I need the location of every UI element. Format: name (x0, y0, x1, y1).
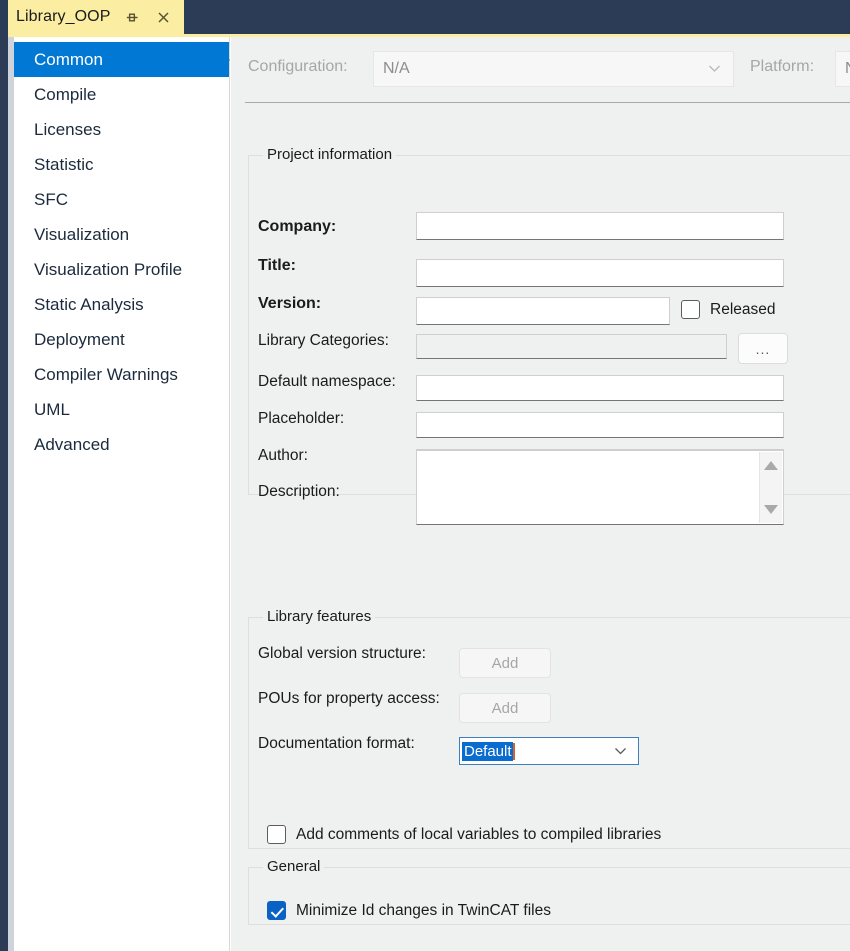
sidebar-item-label: UML (34, 399, 70, 419)
title-bar: Library_OOP (0, 0, 850, 34)
sidebar-item-licenses[interactable]: Licenses (14, 112, 229, 147)
sidebar-item-label: Compiler Warnings (34, 364, 178, 384)
chevron-right-icon (222, 52, 230, 67)
scroll-down-icon[interactable] (764, 505, 778, 514)
pous-property-access-add-button[interactable]: Add (459, 693, 551, 723)
sidebar-item-label: Compile (34, 84, 97, 104)
description-label: Description: (258, 483, 340, 500)
configuration-value: N/A (383, 60, 410, 77)
checkbox-box (681, 300, 700, 319)
author-label: Author: (258, 447, 308, 464)
sidebar-item-statistic[interactable]: Statistic (14, 147, 229, 182)
documentation-format-value: Default (462, 741, 513, 761)
company-field[interactable] (416, 212, 784, 240)
released-checkbox[interactable]: Released (681, 300, 776, 319)
add-button-label: Add (491, 654, 519, 672)
library-features-legend: Library features (263, 608, 376, 625)
version-field[interactable] (416, 297, 670, 325)
sidebar-item-static-analysis[interactable]: Static Analysis (14, 287, 229, 322)
browse-button-label: ... (755, 341, 771, 357)
sidebar-item-label: SFC (34, 189, 68, 209)
sidebar-item-label: Advanced (34, 434, 110, 454)
sidebar-item-label: Visualization (34, 224, 130, 244)
section-divider (245, 102, 850, 103)
documentation-format-label: Documentation format: (258, 735, 415, 752)
minimize-id-changes-label: Minimize Id changes in TwinCAT files (296, 901, 551, 919)
scroll-up-icon[interactable] (764, 461, 778, 470)
document-tab[interactable]: Library_OOP (8, 0, 185, 34)
global-version-structure-label: Global version structure: (258, 645, 426, 662)
tab-title: Library_OOP (16, 8, 111, 25)
library-categories-field (416, 334, 727, 359)
description-scrollbar[interactable] (759, 452, 782, 523)
sidebar-item-compile[interactable]: Compile (14, 77, 229, 112)
documentation-format-select[interactable]: Default (459, 737, 639, 765)
configuration-bar: Configuration: N/A Platform: N (231, 37, 850, 103)
sidebar-item-label: Licenses (34, 119, 102, 139)
chevron-down-icon (708, 60, 721, 78)
sidebar-item-visualization-profile[interactable]: Visualization Profile (14, 252, 229, 287)
placeholder-field[interactable] (416, 412, 784, 438)
title-label: Title: (258, 257, 296, 274)
sidebar-item-uml[interactable]: UML (14, 392, 229, 427)
pin-icon[interactable] (120, 6, 142, 28)
settings-content-pane: Configuration: N/A Platform: N Project i… (231, 37, 850, 951)
sidebar-item-compiler-warnings[interactable]: Compiler Warnings (14, 357, 229, 392)
sidebar-item-label: Common (34, 49, 103, 69)
configuration-label: Configuration: (248, 58, 348, 75)
add-comments-checkbox[interactable]: Add comments of local variables to compi… (267, 825, 661, 844)
minimize-id-changes-checkbox[interactable]: Minimize Id changes in TwinCAT files (267, 901, 551, 920)
sidebar-item-deployment[interactable]: Deployment (14, 322, 229, 357)
settings-category-sidebar: Common Compile Licenses Statistic SFC Vi… (14, 37, 230, 951)
window-left-rail (0, 34, 8, 951)
project-information-group: Project information (248, 146, 850, 495)
global-version-structure-add-button[interactable]: Add (459, 648, 551, 678)
configuration-select[interactable]: N/A (373, 51, 734, 87)
sidebar-item-label: Deployment (34, 329, 125, 349)
placeholder-label: Placeholder: (258, 410, 345, 427)
checkbox-box (267, 825, 286, 844)
sidebar-item-label: Static Analysis (34, 294, 144, 314)
checkbox-box (267, 901, 286, 920)
title-field[interactable] (416, 259, 784, 287)
sidebar-item-visualization[interactable]: Visualization (14, 217, 229, 252)
pous-property-access-label: POUs for property access: (258, 690, 440, 707)
text-caret (512, 742, 515, 760)
default-namespace-field[interactable] (416, 375, 784, 401)
close-icon[interactable] (152, 6, 174, 28)
platform-label: Platform: (750, 58, 815, 75)
general-legend: General (263, 858, 325, 875)
add-button-label: Add (491, 699, 519, 717)
platform-value: N (845, 60, 850, 78)
project-information-legend: Project information (263, 146, 397, 163)
add-comments-label: Add comments of local variables to compi… (296, 825, 662, 843)
default-namespace-label: Default namespace: (258, 373, 396, 390)
sidebar-item-label: Statistic (34, 154, 94, 174)
sidebar-item-advanced[interactable]: Advanced (14, 427, 229, 462)
released-label: Released (710, 300, 776, 318)
chevron-down-icon (614, 743, 627, 760)
platform-select[interactable]: N (835, 51, 850, 87)
library-categories-label: Library Categories: (258, 332, 389, 349)
description-field[interactable] (416, 450, 784, 525)
sidebar-item-sfc[interactable]: SFC (14, 182, 229, 217)
library-categories-browse-button[interactable]: ... (738, 333, 788, 364)
version-label: Version: (258, 295, 322, 312)
sidebar-item-common[interactable]: Common (14, 42, 230, 77)
company-label: Company: (258, 218, 337, 235)
sidebar-item-label: Visualization Profile (34, 259, 183, 279)
